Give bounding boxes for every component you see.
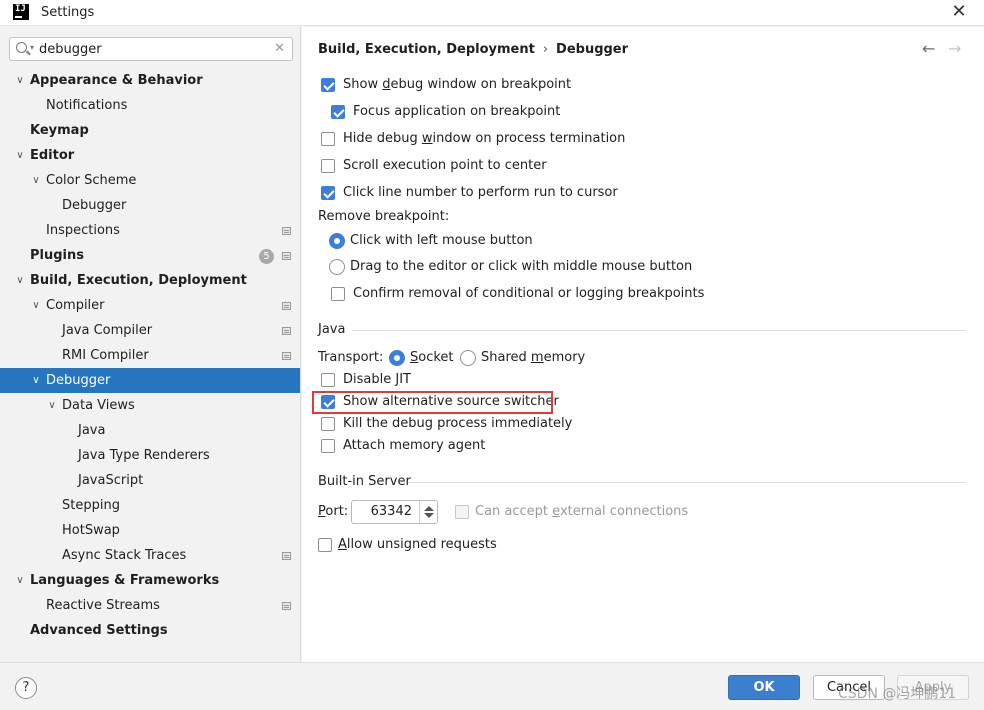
close-icon[interactable]: ✕ xyxy=(948,2,970,24)
chevron-down-icon[interactable]: ▾ xyxy=(30,43,34,52)
breadcrumb-separator: › xyxy=(542,42,549,57)
search-icon xyxy=(16,42,27,53)
breadcrumb-current: Debugger xyxy=(556,42,629,57)
built-in-server-section-title: Built-in Server xyxy=(318,474,411,489)
chevron-down-icon[interactable]: ∨ xyxy=(30,368,42,393)
port-label: Port: xyxy=(318,504,349,519)
sidebar-item-java-type-renderers[interactable]: Java Type Renderers xyxy=(0,443,300,468)
sidebar-item-build-execution-deployment[interactable]: ∨ Build, Execution, Deployment xyxy=(0,268,300,293)
radio-selected[interactable] xyxy=(389,350,405,366)
checkbox-checked[interactable] xyxy=(321,78,335,92)
sidebar-item-inspections[interactable]: Inspections xyxy=(0,218,300,243)
settings-sidebar: ▾ ✕ ∨ Appearance & Behavior Notification… xyxy=(0,27,301,662)
radio-unselected[interactable] xyxy=(329,259,345,275)
sidebar-item-stepping[interactable]: Stepping xyxy=(0,493,300,518)
sidebar-item-data-views[interactable]: ∨ Data Views xyxy=(0,393,300,418)
checkbox-unchecked[interactable] xyxy=(331,287,345,301)
forward-arrow-icon[interactable]: → xyxy=(948,39,961,58)
checkbox-unchecked[interactable] xyxy=(321,132,335,146)
plugins-count-badge: 5 xyxy=(259,249,274,264)
radio-unselected[interactable] xyxy=(460,350,476,366)
project-settings-icon xyxy=(282,602,291,610)
sidebar-item-reactive-streams[interactable]: Reactive Streams xyxy=(0,593,300,618)
radio-selected[interactable] xyxy=(329,233,345,249)
port-spinner[interactable]: 63342 xyxy=(351,500,438,524)
spinner-up-icon[interactable] xyxy=(424,506,434,511)
help-button[interactable]: ? xyxy=(15,677,37,699)
remove-breakpoint-label: Remove breakpoint: xyxy=(318,209,450,224)
intellij-logo-icon: IJ xyxy=(13,4,29,20)
checkbox-unchecked[interactable] xyxy=(321,439,335,453)
breadcrumb: Build, Execution, Deployment › Debugger xyxy=(318,42,628,57)
project-settings-icon xyxy=(282,252,291,260)
chevron-down-icon[interactable]: ∨ xyxy=(14,68,26,93)
project-settings-icon xyxy=(282,302,291,310)
title-bar: IJ Settings ✕ xyxy=(0,0,984,26)
port-value[interactable]: 63342 xyxy=(352,501,420,523)
chevron-down-icon[interactable]: ∨ xyxy=(30,293,42,318)
chevron-down-icon[interactable]: ∨ xyxy=(14,143,26,168)
chevron-down-icon[interactable]: ∨ xyxy=(30,168,42,193)
checkbox-checked[interactable] xyxy=(321,186,335,200)
spinner-arrows[interactable] xyxy=(419,501,437,523)
project-settings-icon xyxy=(282,327,291,335)
back-arrow-icon[interactable]: ← xyxy=(922,39,935,58)
red-highlight-box xyxy=(312,391,553,414)
checkbox-unchecked[interactable] xyxy=(321,417,335,431)
sidebar-item-keymap[interactable]: Keymap xyxy=(0,118,300,143)
java-section-title: Java xyxy=(318,322,346,337)
chevron-down-icon[interactable]: ∨ xyxy=(46,393,58,418)
checkbox-unchecked[interactable] xyxy=(321,159,335,173)
sidebar-item-java-compiler[interactable]: Java Compiler xyxy=(0,318,300,343)
sidebar-item-java[interactable]: Java xyxy=(0,418,300,443)
checkbox-unchecked[interactable] xyxy=(321,373,335,387)
sidebar-item-plugins[interactable]: Plugins 5 xyxy=(0,243,300,268)
sidebar-item-editor[interactable]: ∨ Editor xyxy=(0,143,300,168)
checkbox-checked[interactable] xyxy=(331,105,345,119)
search-field[interactable]: ▾ ✕ xyxy=(9,37,293,61)
checkbox-disabled[interactable] xyxy=(455,505,469,519)
sidebar-item-javascript[interactable]: JavaScript xyxy=(0,468,300,493)
watermark: CSDN @冯坤鹏11 xyxy=(838,686,957,702)
project-settings-icon xyxy=(282,352,291,360)
settings-content: Build, Execution, Deployment › Debugger ← … xyxy=(302,27,984,662)
sidebar-item-debugger[interactable]: ∨ Debugger xyxy=(0,368,300,393)
chevron-down-icon[interactable]: ∨ xyxy=(14,568,26,593)
search-input[interactable] xyxy=(39,40,269,58)
dialog-footer: ? OK Cancel Apply CSDN @冯坤鹏11 xyxy=(0,662,984,710)
sidebar-item-rmi-compiler[interactable]: RMI Compiler xyxy=(0,343,300,368)
checkbox-unchecked[interactable] xyxy=(318,538,332,552)
section-divider xyxy=(408,482,966,483)
sidebar-item-hotswap[interactable]: HotSwap xyxy=(0,518,300,543)
section-divider xyxy=(352,330,966,331)
sidebar-item-color-scheme[interactable]: ∨ Color Scheme xyxy=(0,168,300,193)
breadcrumb-parent[interactable]: Build, Execution, Deployment xyxy=(318,42,535,57)
sidebar-item-languages-frameworks[interactable]: ∨ Languages & Frameworks xyxy=(0,568,300,593)
sidebar-item-async-stack-traces[interactable]: Async Stack Traces xyxy=(0,543,300,568)
transport-label: Transport: xyxy=(318,350,384,365)
sidebar-item-appearance-behavior[interactable]: ∨ Appearance & Behavior xyxy=(0,68,300,93)
sidebar-item-notifications[interactable]: Notifications xyxy=(0,93,300,118)
sidebar-item-compiler[interactable]: ∨ Compiler xyxy=(0,293,300,318)
spinner-down-icon[interactable] xyxy=(424,513,434,518)
clear-icon[interactable]: ✕ xyxy=(274,41,285,56)
chevron-down-icon[interactable]: ∨ xyxy=(14,268,26,293)
project-settings-icon xyxy=(282,227,291,235)
sidebar-item-advanced-settings[interactable]: Advanced Settings xyxy=(0,618,300,643)
sidebar-item-color-scheme-debugger[interactable]: Debugger xyxy=(0,193,300,218)
ok-button[interactable]: OK xyxy=(728,675,800,700)
project-settings-icon xyxy=(282,552,291,560)
window-title: Settings xyxy=(41,5,95,20)
